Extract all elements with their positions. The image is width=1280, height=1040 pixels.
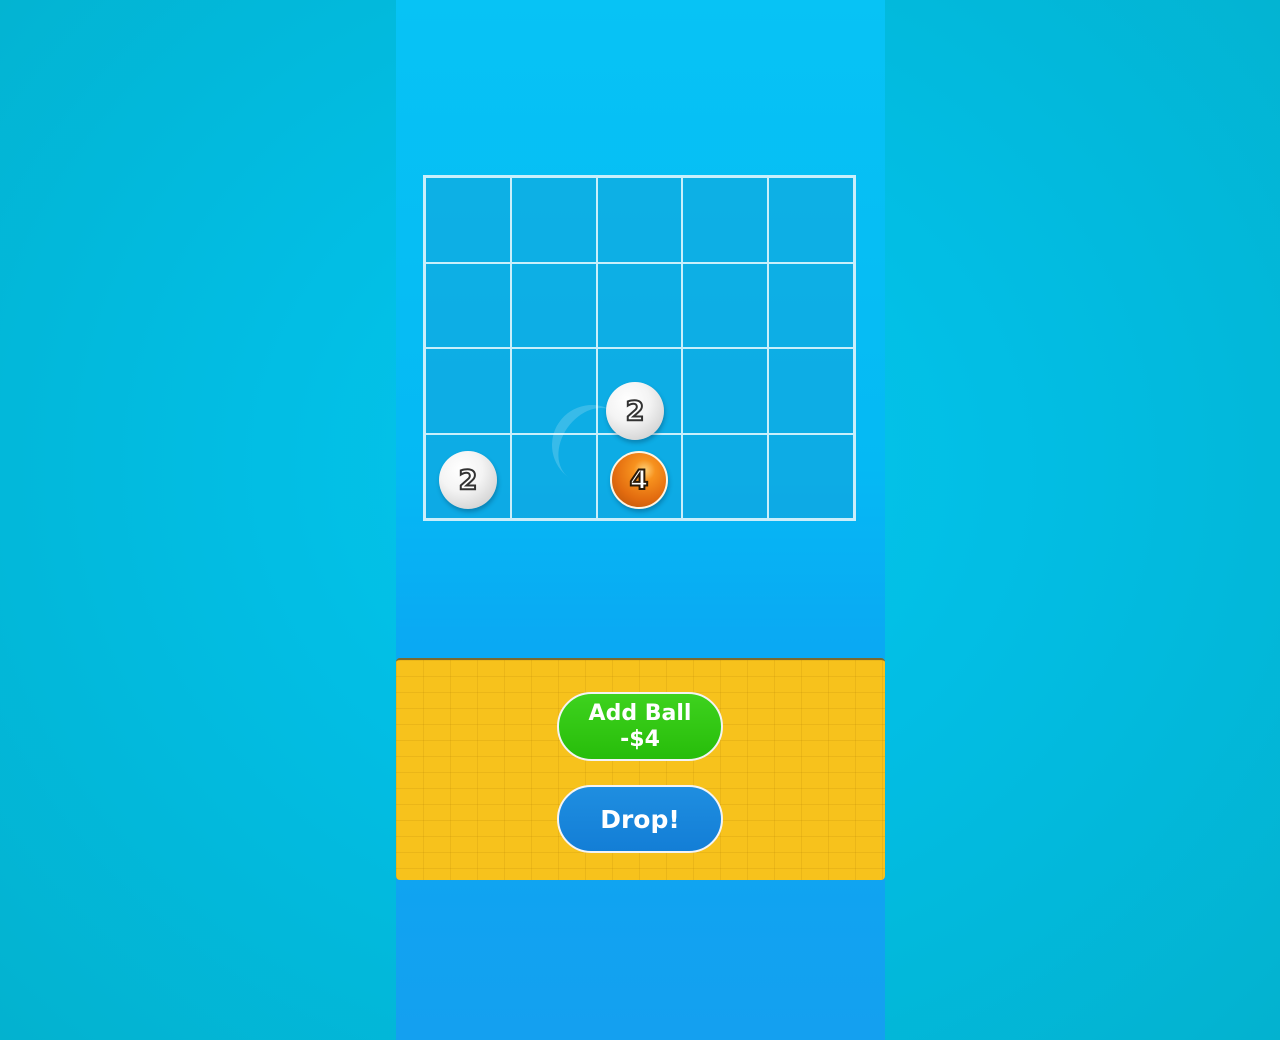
add-ball-button[interactable]: Add Ball -$4 <box>557 692 723 761</box>
board-cell <box>596 262 683 348</box>
ball-4: 4 <box>610 451 668 509</box>
board-cell <box>596 177 683 263</box>
board-cell <box>768 177 854 263</box>
board-cell <box>682 433 769 519</box>
board-cell <box>682 262 769 348</box>
ball-2-falling: 2 <box>606 382 664 440</box>
add-ball-cost: -$4 <box>620 726 660 752</box>
board-cell <box>510 177 597 263</box>
board-cell <box>425 262 511 348</box>
drop-label: Drop! <box>600 804 680 834</box>
ball-2-left: 2 <box>439 451 497 509</box>
board-cell <box>768 348 854 434</box>
add-ball-label: Add Ball <box>588 700 692 726</box>
ball-value: 4 <box>629 464 650 497</box>
board-cell <box>682 348 769 434</box>
board-cell <box>425 177 511 263</box>
ball-value: 2 <box>625 395 646 428</box>
board-cell <box>768 433 854 519</box>
ball-value: 2 <box>458 464 479 497</box>
board-cell <box>768 262 854 348</box>
board-cell <box>425 348 511 434</box>
board-cell <box>682 177 769 263</box>
drop-button[interactable]: Drop! <box>557 785 723 853</box>
board-cell <box>510 262 597 348</box>
